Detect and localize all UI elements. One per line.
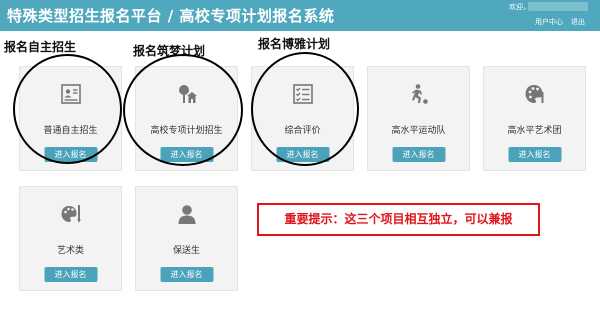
welcome-text: 欢迎， [509,3,530,11]
blurred-username [528,2,588,11]
palette-brush-icon [61,205,81,223]
enter-registration-button[interactable]: 进入报名 [160,267,213,282]
logout-link[interactable]: 退出 [571,18,585,26]
enter-registration-button[interactable]: 进入报名 [44,267,97,282]
annotation-independent-admission: 报名自主招生 [4,40,77,54]
page-title: 特殊类型招生报名平台 / 高校专项计划报名系统 [7,7,335,25]
card-recommended-students: 保送生 进入报名 [135,186,238,291]
highlight-circle-1 [13,54,122,164]
enter-registration-button[interactable]: 进入报名 [392,147,445,162]
card-label: 保送生 [172,246,200,256]
user-icon [178,205,195,224]
annotation-boya-program: 报名博雅计划 [258,37,331,51]
user-center-link[interactable]: 用户中心 [535,18,563,26]
card-label: 艺术类 [56,246,84,256]
card-sports-team: 高水平运动队 进入报名 [367,66,470,171]
card-art-troupe: 高水平艺术团 进入报名 [483,66,586,171]
highlight-circle-3 [251,52,359,166]
card-art-category: 艺术类 进入报名 [19,186,122,291]
highlight-circle-2 [123,54,243,166]
header-links: 用户中心 退出 [535,17,585,27]
athlete-icon [411,84,428,104]
top-header-bar: 特殊类型招生报名平台 / 高校专项计划报名系统 欢迎， 用户中心 退出 [0,0,600,31]
card-label: 高水平艺术团 [507,126,562,136]
important-notice: 重要提示：这三个项目相互独立，可以兼报 [257,203,540,236]
card-label: 高水平运动队 [391,126,446,136]
enter-registration-button[interactable]: 进入报名 [508,147,561,162]
palette-icon [525,85,543,103]
